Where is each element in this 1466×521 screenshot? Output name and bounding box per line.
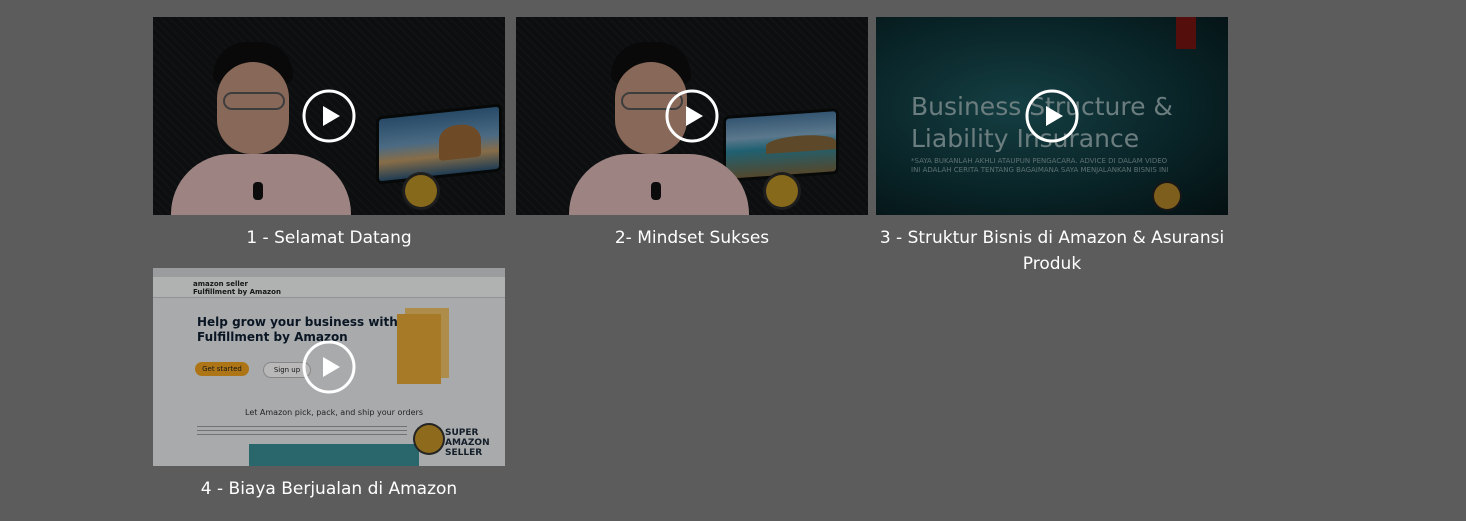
video-card[interactable]: 2- Mindset Sukses xyxy=(516,17,868,251)
video-title[interactable]: 2- Mindset Sukses xyxy=(516,225,868,251)
video-card[interactable]: amazon seller Fulfillment by Amazon Help … xyxy=(153,268,505,502)
video-title[interactable]: 4 - Biaya Berjualan di Amazon xyxy=(153,476,505,502)
video-card[interactable]: Business Structure & Liability Insurance… xyxy=(876,17,1228,277)
video-thumbnail[interactable] xyxy=(153,17,505,215)
play-circle-icon[interactable] xyxy=(1025,89,1079,143)
video-thumbnail[interactable]: amazon seller Fulfillment by Amazon Help … xyxy=(153,268,505,466)
video-grid: 1 - Selamat Datang 2- Mindset Sukses Bus… xyxy=(0,0,1466,521)
video-title[interactable]: 3 - Struktur Bisnis di Amazon & Asuransi… xyxy=(876,225,1228,277)
play-circle-icon[interactable] xyxy=(302,340,356,394)
video-thumbnail[interactable]: Business Structure & Liability Insurance… xyxy=(876,17,1228,215)
play-circle-icon[interactable] xyxy=(302,89,356,143)
video-card[interactable]: 1 - Selamat Datang xyxy=(153,17,505,251)
play-circle-icon[interactable] xyxy=(665,89,719,143)
video-thumbnail[interactable] xyxy=(516,17,868,215)
video-title[interactable]: 1 - Selamat Datang xyxy=(153,225,505,251)
